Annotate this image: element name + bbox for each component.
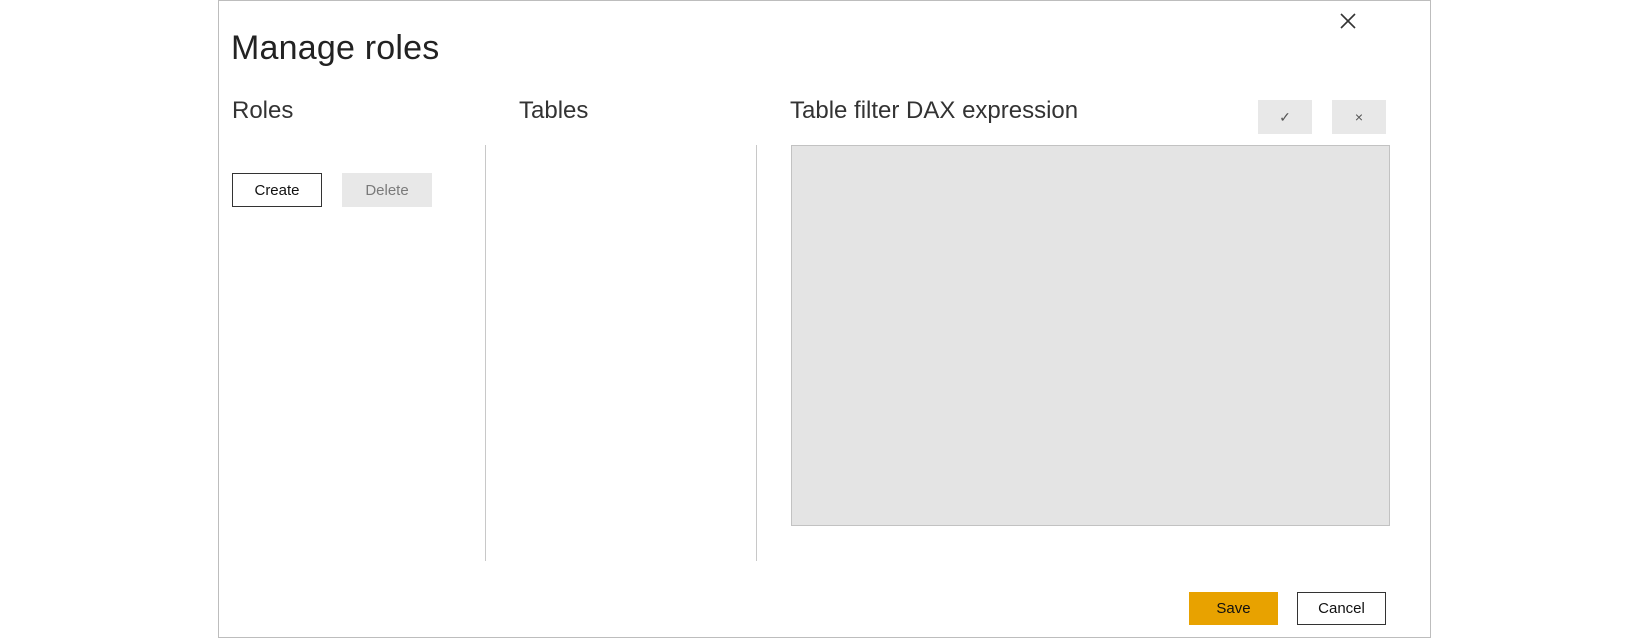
close-button[interactable] bbox=[1336, 9, 1360, 33]
dialog-title: Manage roles bbox=[231, 29, 440, 67]
create-role-button[interactable]: Create bbox=[232, 173, 322, 207]
delete-role-button[interactable]: Delete bbox=[342, 173, 432, 207]
close-icon: × bbox=[1354, 109, 1364, 125]
dax-heading: Table filter DAX expression bbox=[790, 97, 1079, 124]
dax-expression-editor[interactable] bbox=[791, 145, 1390, 526]
tables-heading: Tables bbox=[519, 97, 589, 124]
cancel-button[interactable]: Cancel bbox=[1297, 592, 1386, 625]
save-button[interactable]: Save bbox=[1189, 592, 1278, 625]
discard-expression-button[interactable]: × bbox=[1332, 100, 1386, 134]
close-icon bbox=[1340, 13, 1356, 29]
commit-expression-button[interactable]: ✓ bbox=[1258, 100, 1312, 134]
checkmark-icon: ✓ bbox=[1279, 108, 1291, 125]
roles-heading: Roles bbox=[232, 97, 294, 124]
column-divider bbox=[485, 145, 486, 561]
column-divider bbox=[756, 145, 757, 561]
manage-roles-dialog: Manage roles Roles Create Delete Tables … bbox=[218, 0, 1431, 638]
